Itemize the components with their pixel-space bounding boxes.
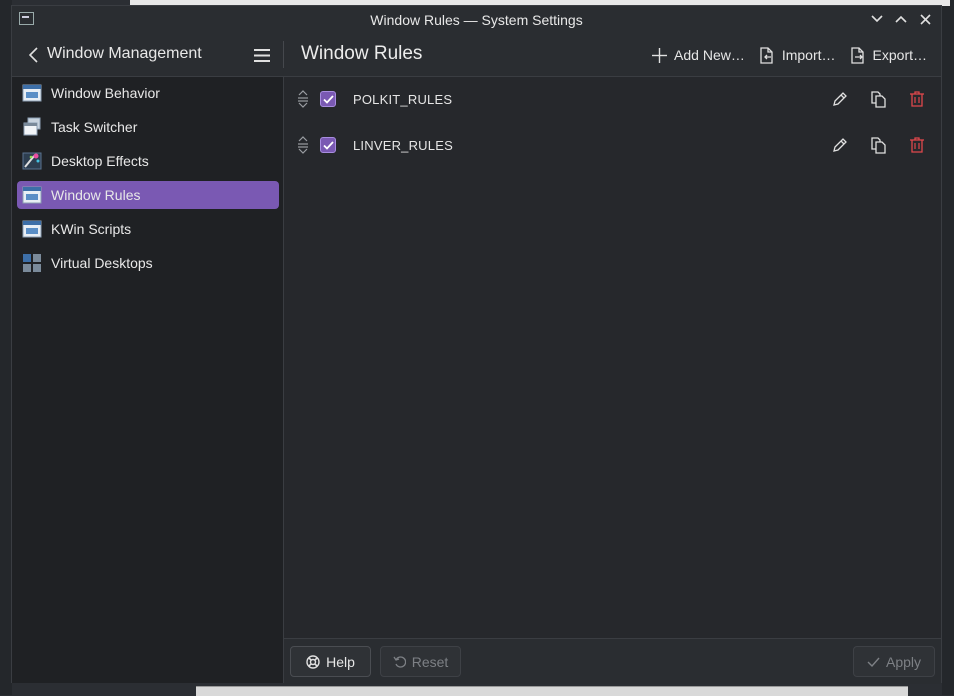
reset-label: Reset [411,653,449,670]
sidebar-item-window-behavior[interactable]: Window Behavior [17,79,279,107]
trash-icon [910,91,924,107]
task-switcher-icon [23,117,41,136]
drag-handle-icon[interactable] [296,136,310,154]
hamburger-menu-button[interactable] [250,43,274,67]
list-item[interactable]: POLKIT_RULES [284,77,941,121]
duplicate-rule-button[interactable] [867,134,889,156]
virtual-desktops-icon [23,254,41,272]
help-label: Help [326,653,355,670]
import-button[interactable]: Import… [755,42,840,68]
copy-icon [870,90,886,108]
chevron-up-icon [895,15,907,23]
sidebar-item-virtual-desktops[interactable]: Virtual Desktops [17,249,279,277]
export-icon [850,46,864,64]
chevron-left-icon [28,47,38,63]
sidebar-item-label: Task Switcher [51,119,138,135]
checkmark-icon [867,657,880,667]
apply-button[interactable]: Apply [853,646,935,677]
footer-bar: Help Reset Apply [284,638,941,684]
edit-rule-button[interactable] [829,134,851,156]
kwin-scripts-icon [22,220,42,238]
plus-icon [652,47,668,63]
sidebar-item-label: Virtual Desktops [51,255,153,271]
sidebar-item-label: Desktop Effects [51,153,149,169]
header-separator [283,41,284,68]
drag-handle-icon[interactable] [296,90,310,108]
pencil-icon [833,92,847,106]
edit-rule-button[interactable] [829,88,851,110]
import-icon [760,46,773,64]
add-new-button[interactable]: Add New… [648,42,749,68]
add-new-label: Add New… [674,47,745,63]
desktop-background-right [942,0,954,695]
trash-icon [910,137,924,153]
app-menu-icon[interactable] [19,12,34,25]
sidebar-item-label: KWin Scripts [51,221,132,237]
nav-title: Window Management [47,45,202,62]
desktop-effects-icon [22,152,42,170]
sidebar-item-task-switcher[interactable]: Task Switcher [17,113,279,141]
header-bar: Window Management Window Rules Add New… … [12,33,941,77]
checkmark-icon [322,94,334,104]
reset-button[interactable]: Reset [380,646,461,677]
page-title: Window Rules [301,43,423,64]
apply-label: Apply [885,653,922,670]
sidebar-item-label: Window Behavior [51,85,160,101]
window-title: Window Rules — System Settings [370,11,583,28]
rules-list: POLKIT_RULES LINVER_RULES [284,77,941,638]
copy-icon [870,136,886,154]
chevron-down-icon [871,15,883,23]
undo-icon [393,656,406,668]
sidebar: Window Behavior Task Switcher Desktop Ef… [12,77,284,683]
list-item[interactable]: LINVER_RULES [284,123,941,167]
rule-enabled-checkbox[interactable] [320,137,336,153]
minimize-button[interactable] [867,9,887,29]
title-bar[interactable]: Window Rules — System Settings [12,6,941,33]
rule-enabled-checkbox[interactable] [320,91,336,107]
help-button[interactable]: Help [290,646,371,677]
help-lifebuoy-icon [306,654,320,669]
back-button[interactable] [22,44,44,66]
hamburger-icon [254,48,270,62]
close-button[interactable] [915,9,935,29]
export-button[interactable]: Export… [846,42,931,68]
sidebar-item-window-rules[interactable]: Window Rules [17,181,279,209]
sidebar-item-desktop-effects[interactable]: Desktop Effects [17,147,279,175]
sidebar-item-kwin-scripts[interactable]: KWin Scripts [17,215,279,243]
pencil-icon [833,138,847,152]
rule-name: LINVER_RULES [353,137,453,153]
rule-name: POLKIT_RULES [353,91,453,107]
close-icon [919,13,931,25]
window-rules-icon [22,186,42,204]
maximize-button[interactable] [891,9,911,29]
checkmark-icon [322,140,334,150]
import-label: Import… [781,47,836,63]
delete-rule-button[interactable] [906,88,928,110]
export-label: Export… [872,47,927,63]
system-settings-window: Window Rules — System Settings Window Ma… [11,5,942,684]
duplicate-rule-button[interactable] [867,88,889,110]
sidebar-item-label: Window Rules [51,187,141,203]
delete-rule-button[interactable] [906,134,928,156]
window-behavior-icon [22,84,42,102]
